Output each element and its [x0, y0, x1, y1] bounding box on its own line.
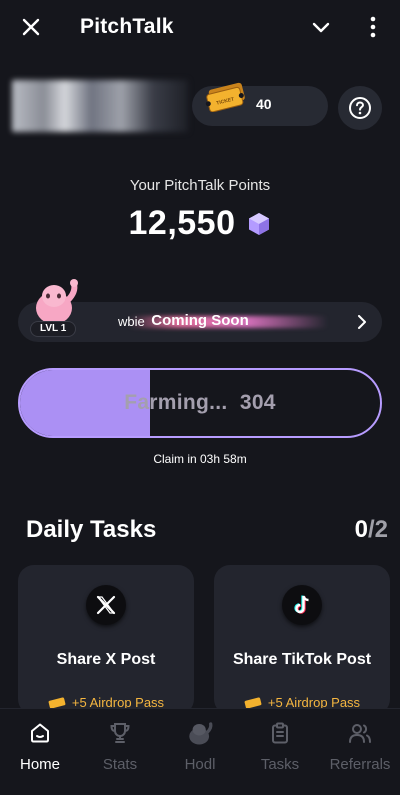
ticket-icon: TICKET [205, 82, 245, 112]
farming-label: Farming... [124, 391, 228, 414]
nav-label: Stats [102, 756, 138, 773]
farming-status: Farming... 304 [20, 391, 380, 415]
users-icon [346, 719, 374, 747]
ticket-icon [48, 697, 66, 708]
level-badge: LVL 1 [30, 321, 77, 337]
task-name: Share TikTok Post [232, 651, 372, 668]
daily-tasks-count: 0/2 [355, 516, 388, 544]
ticket-count: 40 [256, 96, 272, 112]
nav-item-hodl[interactable]: Hodl [160, 709, 240, 795]
collapse-button[interactable] [306, 12, 336, 42]
app-title: PitchTalk [80, 15, 174, 38]
purple-gem-icon [248, 212, 269, 235]
more-menu-button[interactable] [358, 12, 388, 42]
user-profile-blurred[interactable] [12, 80, 188, 132]
nav-label: Tasks [260, 756, 300, 773]
ticket-icon [244, 697, 262, 708]
tiktok-logo-icon [294, 595, 309, 614]
nav-item-tasks[interactable]: Tasks [240, 709, 320, 795]
clipboard-icon [266, 719, 294, 747]
chevron-down-icon [312, 22, 330, 33]
nav-label: Home [19, 756, 60, 773]
nav-item-referrals[interactable]: Referrals [320, 709, 400, 795]
bottom-navigation: Home Stats Hodl Tasks Referrals [0, 708, 400, 795]
tasks-total-count: /2 [367, 516, 388, 543]
points-display: 12,550 [0, 204, 400, 243]
level-arrow-button[interactable] [352, 312, 372, 332]
task-card-share-x[interactable]: Share X Post +5 Airdrop Pass [18, 565, 194, 715]
task-icon-x [86, 585, 126, 625]
home-icon [26, 719, 54, 747]
task-card-share-tiktok[interactable]: Share TikTok Post +5 Airdrop Pass [214, 565, 390, 715]
x-logo-icon [96, 595, 116, 615]
top-bar: PitchTalk [0, 0, 400, 54]
nav-label: Hodl [184, 756, 216, 773]
task-icon-tiktok [282, 585, 322, 625]
hodl-mascot-icon [186, 719, 214, 747]
kebab-menu-icon [370, 16, 376, 38]
farming-value: 304 [239, 391, 276, 414]
pink-mascot-icon [36, 279, 78, 324]
nav-item-stats[interactable]: Stats [80, 709, 160, 795]
close-button[interactable] [16, 12, 46, 42]
task-name: Share X Post [56, 651, 156, 668]
daily-tasks-title: Daily Tasks [26, 516, 157, 543]
trophy-icon [106, 719, 134, 747]
help-button[interactable] [338, 86, 382, 130]
points-value: 12,550 [128, 204, 236, 242]
nav-item-home[interactable]: Home [0, 709, 80, 795]
nav-label: Referrals [329, 756, 391, 773]
help-icon [349, 97, 371, 119]
chevron-right-icon [358, 315, 366, 329]
points-label: Your PitchTalk Points [129, 177, 271, 194]
claim-countdown: Claim in 03h 58m [153, 452, 247, 466]
close-icon [22, 18, 40, 36]
farming-button[interactable]: Farming... 304 [18, 368, 382, 438]
tasks-done-count: 0 [354, 516, 368, 543]
